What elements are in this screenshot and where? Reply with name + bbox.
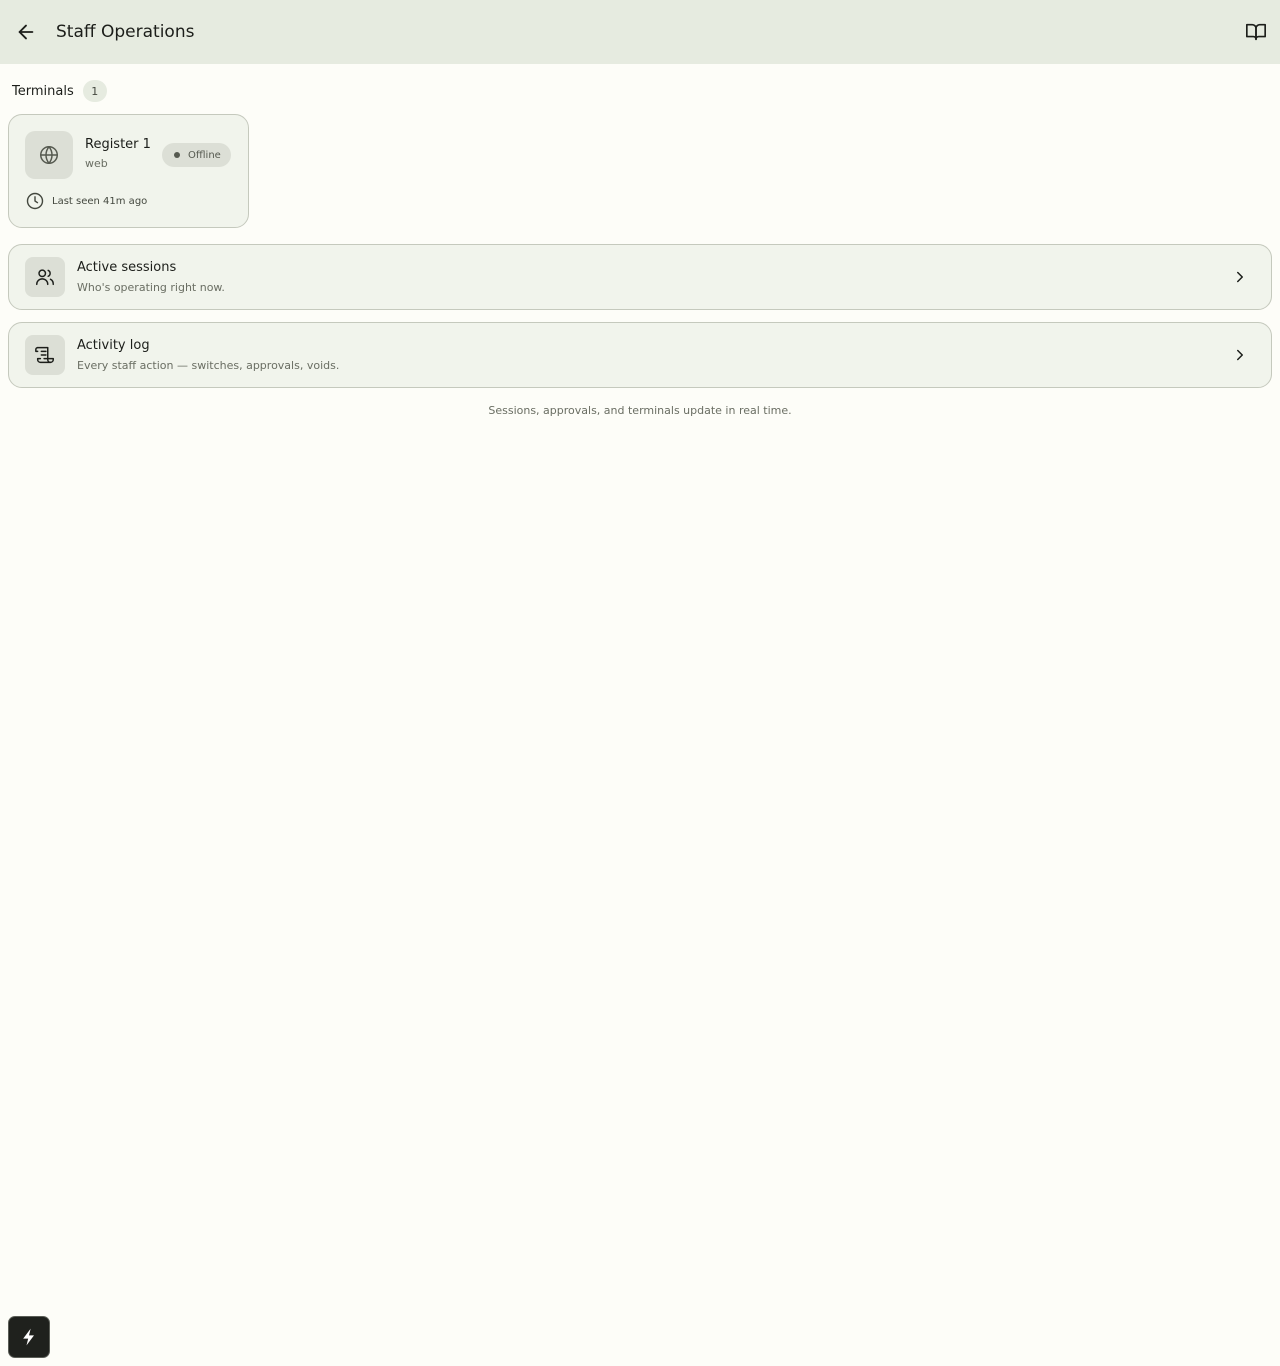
terminals-label: Terminals xyxy=(12,83,74,99)
activity-log-icon-box xyxy=(25,335,65,375)
terminals-count-badge: 1 xyxy=(82,80,107,102)
activity-log-subtitle: Every staff action — switches, approvals… xyxy=(77,359,340,372)
terminals-section-header: Terminals 1 xyxy=(12,80,107,102)
terminal-card[interactable]: Register 1 web Offline Last seen 41m ago xyxy=(8,114,249,228)
status-badge: Offline xyxy=(162,143,231,167)
quick-action-button[interactable] xyxy=(8,1316,50,1358)
clock-icon xyxy=(26,192,44,210)
active-sessions-row[interactable]: Active sessions Who's operating right no… xyxy=(8,244,1272,310)
last-seen: Last seen 41m ago xyxy=(25,191,147,211)
top-app-bar: Staff Operations xyxy=(0,0,1280,64)
scroll-text-icon xyxy=(35,346,54,364)
activity-log-row[interactable]: Activity log Every staff action — switch… xyxy=(8,322,1272,388)
arrow-left-icon xyxy=(18,24,34,40)
status-dot xyxy=(174,152,180,158)
last-seen-text: Last seen 41m ago xyxy=(52,195,148,207)
globe-icon xyxy=(40,146,58,164)
guide-button[interactable] xyxy=(1244,20,1268,44)
terminal-platform: web xyxy=(85,157,108,170)
terminal-icon-box xyxy=(25,131,73,179)
chevron-right-icon xyxy=(1229,344,1251,366)
page-title: Staff Operations xyxy=(56,22,195,42)
status-text: Offline xyxy=(188,149,221,161)
active-sessions-title: Active sessions xyxy=(77,260,177,275)
active-sessions-subtitle: Who's operating right now. xyxy=(77,281,225,294)
back-button[interactable] xyxy=(12,18,40,46)
users-icon xyxy=(36,269,54,286)
terminal-name: Register 1 xyxy=(85,137,151,152)
lightning-icon xyxy=(23,1328,34,1346)
book-open-icon xyxy=(1246,23,1266,41)
realtime-note: Sessions, approvals, and terminals updat… xyxy=(488,404,792,417)
active-sessions-icon-box xyxy=(25,257,65,297)
chevron-right-icon xyxy=(1229,266,1251,288)
activity-log-title: Activity log xyxy=(77,338,150,353)
